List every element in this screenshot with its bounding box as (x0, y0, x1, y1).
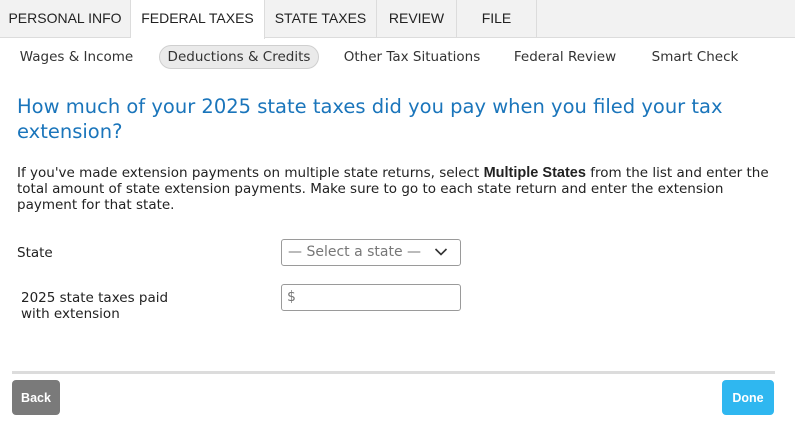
intro-text-emphasis: Multiple States (483, 165, 586, 181)
subtab-deductions-credits[interactable]: Deductions & Credits (159, 45, 319, 69)
tab-file[interactable]: FILE (457, 0, 537, 38)
paid-label-line2: with extension (21, 306, 120, 322)
state-select[interactable]: — Select a state — (281, 239, 461, 266)
subtab-smart-check[interactable]: Smart Check (645, 45, 745, 69)
state-label: State (17, 245, 53, 261)
intro-text: If you've made extension payments on mul… (17, 165, 787, 213)
subtab-other-tax-situations[interactable]: Other Tax Situations (339, 45, 485, 69)
paid-amount-field[interactable]: $ (281, 284, 461, 311)
tab-review[interactable]: REVIEW (377, 0, 457, 38)
top-nav: PERSONAL INFO FEDERAL TAXES STATE TAXES … (0, 0, 795, 39)
done-button[interactable]: Done (722, 380, 774, 415)
state-select-value: — Select a state — (288, 244, 422, 260)
tab-state-taxes[interactable]: STATE TAXES (265, 0, 377, 38)
page-title: How much of your 2025 state taxes did yo… (17, 95, 723, 143)
tab-personal-info[interactable]: PERSONAL INFO (0, 0, 131, 38)
back-button[interactable]: Back (12, 380, 60, 415)
paid-label: 2025 state taxes paid with extension (21, 290, 168, 322)
chevron-down-icon (434, 248, 448, 256)
footer-divider (12, 371, 775, 374)
intro-text-start: If you've made extension payments on mul… (17, 165, 484, 181)
subtab-wages-income[interactable]: Wages & Income (14, 45, 139, 69)
sub-nav: Wages & Income Deductions & Credits Othe… (0, 38, 795, 75)
paid-amount-input[interactable] (300, 286, 456, 309)
currency-symbol: $ (287, 289, 296, 305)
subtab-federal-review[interactable]: Federal Review (506, 45, 624, 69)
paid-label-line1: 2025 state taxes paid (21, 290, 169, 306)
tab-federal-taxes[interactable]: FEDERAL TAXES (131, 0, 265, 39)
